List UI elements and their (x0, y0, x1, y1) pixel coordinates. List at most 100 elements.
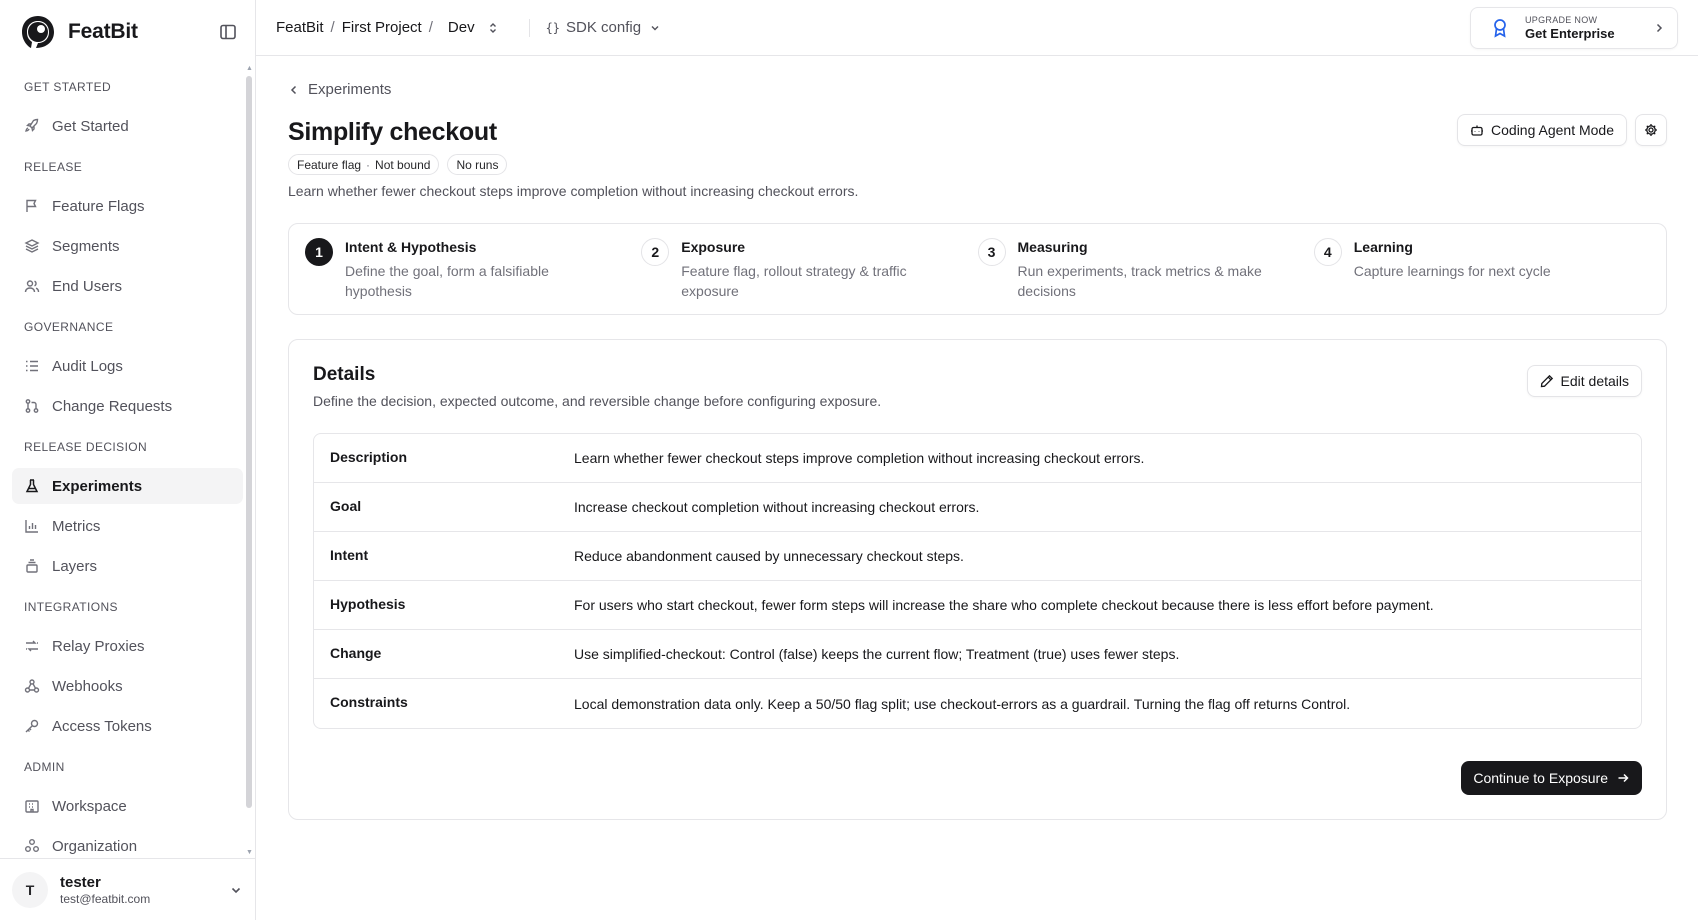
row-key: Description (330, 448, 408, 465)
sidebar-item-webhooks[interactable]: Webhooks (12, 668, 243, 704)
table-row: Goal Increase checkout completion withou… (314, 483, 1641, 532)
continue-label: Continue to Exposure (1473, 770, 1608, 786)
row-value: Learn whether fewer checkout steps impro… (574, 450, 1145, 466)
row-key: Constraints (330, 694, 408, 710)
chevron-down-icon (231, 887, 241, 893)
row-value: Increase checkout completion without inc… (574, 499, 980, 515)
sidebar-item-audit-logs[interactable]: Audit Logs (12, 348, 243, 384)
row-value: Reduce abandonment caused by unnecessary… (574, 548, 964, 564)
group-label-admin: ADMIN (24, 760, 65, 774)
bar-chart-icon (25, 520, 38, 533)
user-menu[interactable]: T tester test@featbit.com (0, 858, 255, 920)
badge-runs: No runs (456, 157, 499, 172)
edit-details-button[interactable]: Edit details (1526, 365, 1642, 397)
brand: FeatBit (0, 0, 255, 64)
sidebar-item-label: Access Tokens (52, 717, 152, 735)
experiment-description: Learn whether fewer checkout steps impro… (288, 183, 859, 199)
sidebar-toggle-icon[interactable] (219, 23, 237, 41)
scrollbar-thumb[interactable] (246, 76, 252, 808)
environment-selector[interactable]: Dev (448, 19, 499, 36)
sdk-config-label: SDK config (566, 19, 642, 36)
sidebar-item-label: Audit Logs (52, 357, 123, 375)
layers-icon (24, 239, 40, 253)
sidebar-item-get-started[interactable]: Get Started (12, 108, 243, 144)
step-number: 4 (1313, 238, 1342, 266)
scroll-up-arrow-icon[interactable]: ▲ (246, 65, 253, 72)
sidebar-scrollbar[interactable]: ▲ ▼ (246, 65, 253, 856)
page-content: Experiments Simplify checkout Coding Age… (288, 56, 1667, 820)
details-card: Details Define the decision, expected ou… (288, 339, 1667, 820)
stack-icon (26, 559, 38, 573)
sidebar-item-feature-flags[interactable]: Feature Flags (12, 188, 243, 224)
back-link-label: Experiments (308, 81, 392, 98)
back-link[interactable]: Experiments (288, 81, 391, 98)
users-icon (24, 280, 40, 293)
flask-icon (25, 479, 39, 493)
upgrade-enterprise-button[interactable]: UPGRADE NOW Get Enterprise (1470, 7, 1678, 49)
scroll-down-arrow-icon[interactable]: ▼ (246, 849, 253, 856)
table-row: Constraints Local demonstration data onl… (314, 679, 1641, 728)
sidebar-item-label: Experiments (52, 477, 143, 495)
key-icon (25, 719, 39, 733)
sidebar-item-organization[interactable]: Organization (12, 828, 243, 858)
settings-button[interactable] (1635, 114, 1667, 146)
row-key: Goal (330, 497, 362, 514)
coding-agent-mode-label: Coding Agent Mode (1491, 122, 1614, 138)
chevron-right-icon (1656, 23, 1663, 33)
step-measuring[interactable]: 3 Measuring Run experiments, track metri… (977, 238, 1314, 314)
step-learning[interactable]: 4 Learning Capture learnings for next cy… (1313, 238, 1650, 314)
coding-agent-mode-button[interactable]: Coding Agent Mode (1457, 114, 1627, 146)
building-icon (25, 800, 39, 813)
continue-to-exposure-button[interactable]: Continue to Exposure (1461, 761, 1642, 795)
step-description: Define the goal, form a falsifiable hypo… (345, 263, 549, 299)
flag-binding-badge: Feature flag · Not bound (288, 154, 440, 175)
row-key: Change (330, 644, 382, 661)
sidebar-item-workspace[interactable]: Workspace (12, 788, 243, 824)
step-intent[interactable]: 1 Intent & Hypothesis Define the goal, f… (305, 238, 641, 314)
breadcrumb-separator: / (330, 19, 335, 36)
environment-label: Dev (447, 19, 475, 36)
details-table: Description Learn whether fewer checkout… (313, 433, 1642, 729)
breadcrumb-workspace[interactable]: FeatBit (276, 19, 324, 36)
sidebar-item-experiments[interactable]: Experiments (12, 468, 243, 504)
chevron-down-icon (651, 25, 659, 30)
table-row: Change Use simplified-checkout: Control … (314, 630, 1641, 679)
group-label-governance: GOVERNANCE (24, 320, 114, 334)
git-pull-request-icon (25, 399, 39, 413)
status-badges: Feature flag · Not bound No runs (288, 154, 1667, 175)
gear-icon (1645, 124, 1657, 136)
sidebar-item-change-requests[interactable]: Change Requests (12, 388, 243, 424)
badge-not-bound: Not bound (375, 157, 431, 172)
breadcrumb-project[interactable]: First Project (342, 19, 422, 36)
sidebar-item-segments[interactable]: Segments (12, 228, 243, 264)
list-icon (26, 360, 38, 372)
sidebar-item-access-tokens[interactable]: Access Tokens (12, 708, 243, 744)
row-value: For users who start checkout, fewer form… (574, 597, 1434, 613)
organization-icon (25, 839, 39, 852)
sidebar-item-layers[interactable]: Layers (12, 548, 243, 584)
rocket-icon (25, 118, 39, 132)
row-key: Hypothesis (330, 595, 406, 612)
badge-feature-flag: Feature flag (297, 157, 362, 172)
relay-icon (26, 640, 38, 652)
group-label-release: RELEASE (24, 160, 83, 174)
step-exposure[interactable]: 2 Exposure Feature flag, rollout strateg… (641, 238, 977, 314)
row-value: Use simplified-checkout: Control (false)… (574, 646, 1180, 662)
sidebar-item-metrics[interactable]: Metrics (12, 508, 243, 544)
webhook-icon (24, 679, 40, 693)
row-value: Local demonstration data only. Keep a 50… (574, 695, 1351, 712)
upgrade-small-label: UPGRADE NOW (1525, 15, 1598, 25)
award-icon (1494, 19, 1506, 38)
sidebar-item-end-users[interactable]: End Users (12, 268, 243, 304)
edit-details-label: Edit details (1560, 373, 1629, 389)
step-number: 3 (977, 238, 1006, 266)
sdk-config-dropdown[interactable]: {} SDK config (546, 19, 662, 36)
sidebar-item-relay-proxies[interactable]: Relay Proxies (12, 628, 243, 664)
sidebar-item-label: Webhooks (52, 677, 123, 695)
upgrade-large-label: Get Enterprise (1525, 26, 1615, 41)
row-key: Intent (330, 546, 369, 563)
sidebar: FeatBit GET STARTED Get Started RELEASE … (0, 0, 256, 920)
sidebar-item-label: Layers (52, 557, 98, 575)
braces-icon: {} (545, 20, 561, 35)
featbit-logo-icon[interactable] (20, 14, 56, 50)
